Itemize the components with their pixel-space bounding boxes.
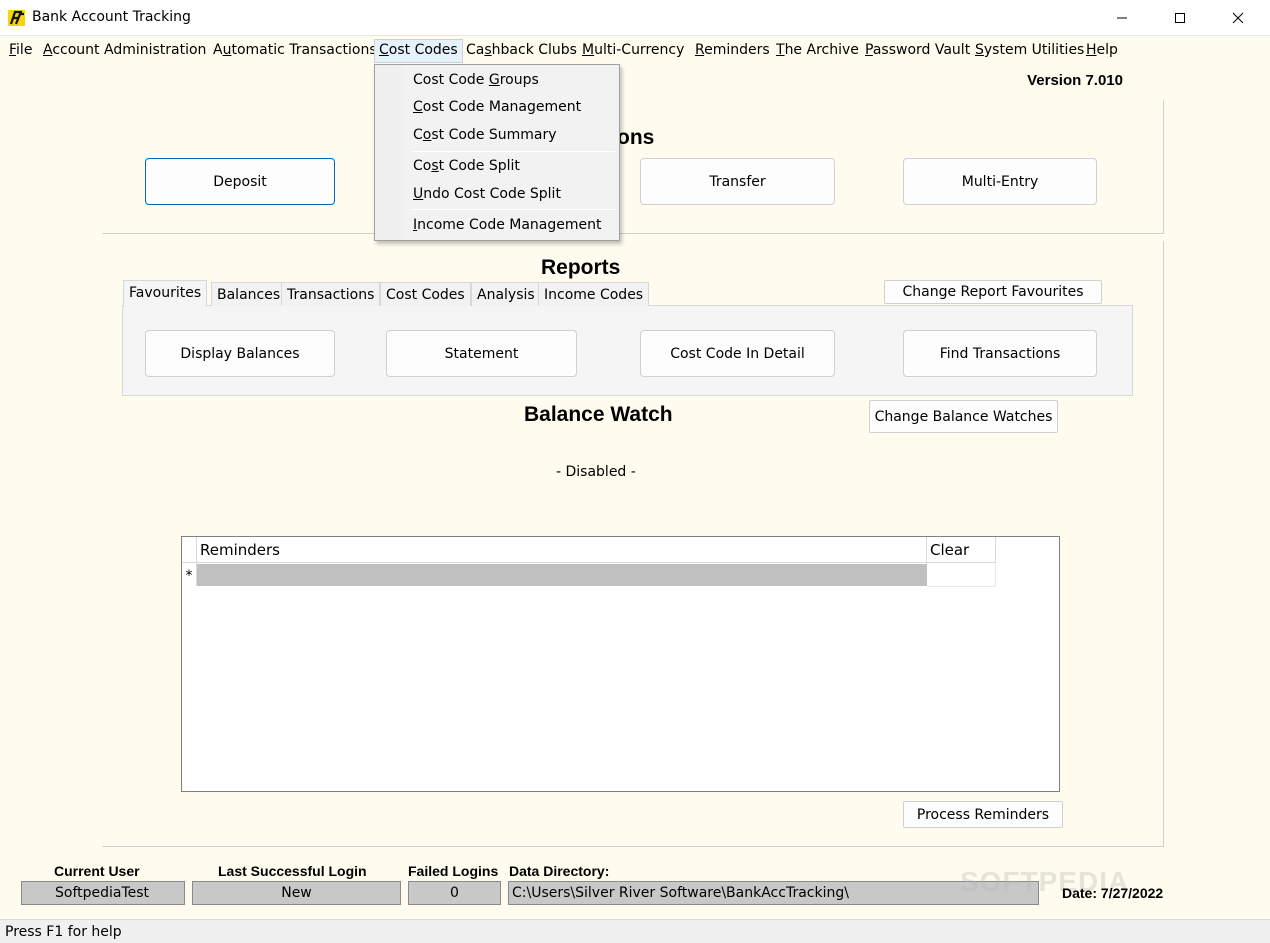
statement-button[interactable]: Statement — [386, 330, 577, 377]
reminder-cell[interactable] — [197, 564, 927, 586]
menu-automatic-transactions[interactable]: Automatic Transactions — [209, 39, 381, 63]
menu-item-cost-code-split[interactable]: Cost Code Split — [413, 153, 520, 179]
menu-file[interactable]: File — [5, 39, 36, 63]
new-row-indicator: * — [182, 563, 197, 586]
balance-watch-status: - Disabled - — [556, 464, 636, 480]
dropdown-gutter — [375, 65, 405, 240]
menu-account-administration[interactable]: Account Administration — [39, 39, 210, 63]
close-button[interactable] — [1215, 0, 1261, 36]
maximize-icon — [1175, 13, 1185, 23]
minimize-icon — [1117, 17, 1127, 19]
balance-watch-title: Balance Watch — [524, 403, 673, 426]
menu-item-cost-code-summary[interactable]: Cost Code Summary — [413, 122, 557, 148]
menu-the-archive[interactable]: The Archive — [772, 39, 863, 63]
close-icon — [1232, 12, 1244, 24]
current-user-label: Current User — [54, 863, 140, 879]
menu-bar: File Account Administration Automatic Tr… — [0, 36, 1270, 64]
transactions-title: ons — [617, 126, 655, 149]
menu-help[interactable]: Help — [1082, 39, 1122, 63]
reminders-grid[interactable]: Reminders Clear * — [181, 536, 1060, 792]
clear-cell[interactable] — [927, 563, 996, 587]
clear-column-header[interactable]: Clear — [927, 537, 996, 563]
menu-separator — [411, 151, 616, 152]
menu-cost-codes[interactable]: Cost Codes — [374, 39, 463, 63]
menu-item-cost-code-groups[interactable]: Cost Code Groups — [413, 67, 539, 93]
deposit-button[interactable]: Deposit — [145, 158, 335, 205]
status-bar: Press F1 for help — [0, 919, 1270, 943]
menu-item-cost-code-management[interactable]: Cost Code Management — [413, 94, 581, 120]
menu-cashback-clubs[interactable]: Cashback Clubs — [462, 39, 581, 63]
process-reminders-button[interactable]: Process Reminders — [903, 801, 1063, 828]
change-report-favourites-button[interactable]: Change Report Favourites — [884, 280, 1102, 304]
status-text: Press F1 for help — [5, 924, 122, 940]
reports-title: Reports — [541, 256, 621, 279]
failed-logins-value: 0 — [408, 881, 501, 905]
failed-logins-label: Failed Logins — [408, 863, 499, 879]
transfer-button[interactable]: Transfer — [640, 158, 835, 205]
tab-balances[interactable]: Balances — [211, 282, 287, 306]
display-balances-button[interactable]: Display Balances — [145, 330, 335, 377]
menu-item-income-code-management[interactable]: Income Code Management — [413, 212, 602, 238]
date-label: Date: 7/27/2022 — [1062, 885, 1164, 901]
maximize-button[interactable] — [1157, 0, 1203, 36]
last-login-label: Last Successful Login — [218, 863, 367, 879]
find-transactions-button[interactable]: Find Transactions — [903, 330, 1097, 377]
tab-transactions[interactable]: Transactions — [281, 282, 381, 306]
menu-password-vault[interactable]: Password Vault — [861, 39, 974, 63]
menu-system-utilities[interactable]: System Utilities — [971, 39, 1088, 63]
menu-reminders[interactable]: Reminders — [691, 39, 774, 63]
reminders-column-header[interactable]: Reminders — [197, 537, 927, 563]
bank-logo-icon — [7, 8, 27, 28]
tab-cost-codes[interactable]: Cost Codes — [380, 282, 471, 306]
data-directory-label: Data Directory: — [509, 863, 610, 879]
window-title: Bank Account Tracking — [32, 9, 191, 25]
multi-entry-button[interactable]: Multi-Entry — [903, 158, 1097, 205]
menu-multi-currency[interactable]: Multi-Currency — [578, 39, 688, 63]
last-login-value: New — [192, 881, 401, 905]
menu-item-undo-cost-code-split[interactable]: Undo Cost Code Split — [413, 181, 561, 207]
tab-favourites[interactable]: Favourites — [123, 280, 208, 307]
cost-codes-dropdown: Cost Code Groups Cost Code Management Co… — [374, 64, 620, 241]
minimize-button[interactable] — [1099, 0, 1145, 36]
tab-income-codes[interactable]: Income Codes — [538, 282, 650, 306]
tab-analysis[interactable]: Analysis — [471, 282, 541, 306]
grid-corner — [182, 537, 197, 563]
title-bar: Bank Account Tracking — [0, 0, 1270, 36]
menu-separator — [411, 209, 616, 210]
version-label: Version 7.010 — [1027, 72, 1123, 89]
current-user-value: SoftpediaTest — [21, 881, 185, 905]
change-balance-watches-button[interactable]: Change Balance Watches — [869, 400, 1058, 433]
cost-code-in-detail-button[interactable]: Cost Code In Detail — [640, 330, 835, 377]
